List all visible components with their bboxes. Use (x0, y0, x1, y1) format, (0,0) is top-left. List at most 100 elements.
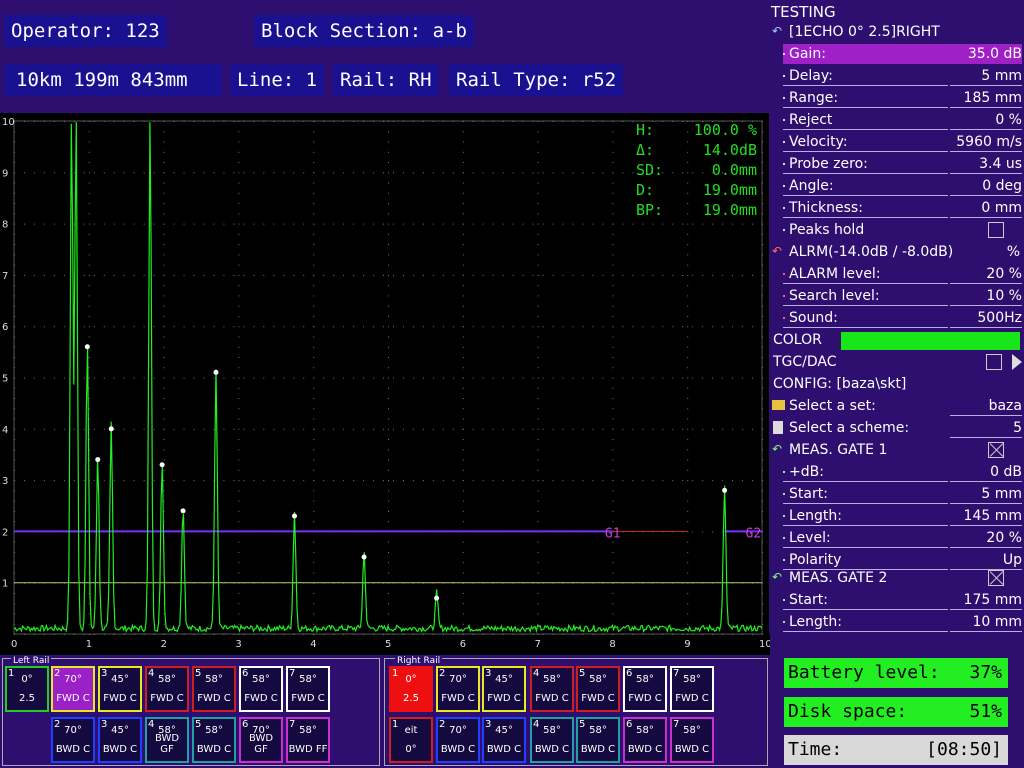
probe-angle: eit (404, 725, 418, 736)
alarm-row-1[interactable]: Search level: 10 % (769, 286, 1024, 308)
probe-button[interactable]: 4 58° FWD C (530, 666, 574, 712)
probe-button[interactable]: 7 58° BWD FF (286, 717, 330, 763)
setting-row-4[interactable]: Velocity: 5960 m/s (769, 132, 1024, 154)
block-section-field: Block Section: a-b (254, 15, 474, 47)
probe-button[interactable]: 6 58° FWD C (239, 666, 283, 712)
readout-value: 14.0dB (703, 141, 757, 159)
echo-header-row[interactable]: ↶ [1ECHO 0° 2.5]RIGHT (769, 22, 1024, 44)
setting-row-6[interactable]: Angle: 0 deg (769, 176, 1024, 198)
probe-button[interactable]: 7 58° FWD C (286, 666, 330, 712)
probe-angle: 45° (495, 674, 513, 685)
probe-button[interactable]: 4 58° BWD C (530, 717, 574, 763)
setting-row-2[interactable]: Range: 185 mm (769, 88, 1024, 110)
tgc-checkbox[interactable] (986, 354, 1002, 370)
gate1-value: 145 mm (963, 508, 1022, 524)
probe-button[interactable]: 2 70° FWD C (51, 666, 95, 712)
left-rail-title: Left Rail (11, 656, 52, 666)
probe-button[interactable]: 7 58° BWD C (670, 717, 714, 763)
probe-button[interactable]: 6 70° BWD GF (239, 717, 283, 763)
setting-label: Range: (789, 90, 839, 106)
probe-button[interactable]: 3 45° BWD C (482, 717, 526, 763)
probe-button[interactable]: 5 58° FWD C (192, 666, 236, 712)
probe-button[interactable]: 5 58° BWD C (576, 717, 620, 763)
setting-value: 5 mm (981, 68, 1022, 84)
setting-row-1[interactable]: Delay: 5 mm (769, 66, 1024, 88)
setting-row-5[interactable]: Probe zero: 3.4 us (769, 154, 1024, 176)
probe-button[interactable]: 5 58° BWD C (192, 717, 236, 763)
probe-angle: 58° (205, 725, 223, 736)
setting-row-8[interactable]: Peaks hold (769, 220, 1024, 242)
alarm-row-2[interactable]: Sound: 500Hz (769, 308, 1024, 330)
bullet-icon (783, 599, 785, 601)
probe-mode: BWD C (486, 744, 522, 755)
peak-marker (95, 457, 101, 463)
gate1-row-2[interactable]: Length: 145 mm (769, 506, 1024, 528)
select-set-row[interactable]: Select a set: baza (769, 396, 1024, 418)
peaks-hold-checkbox[interactable] (988, 222, 1004, 238)
peak-marker (722, 487, 728, 493)
arrow-right-icon[interactable] (1012, 354, 1022, 370)
gate2-row-0[interactable]: Start: 175 mm (769, 590, 1024, 612)
gate1-header-row[interactable]: ↶ MEAS. GATE 1 (769, 440, 1024, 462)
alarm-row-0[interactable]: ALARM level: 20 % (769, 264, 1024, 286)
setting-label: Gain: (789, 46, 826, 62)
gate2-checkbox[interactable] (988, 570, 1004, 586)
probe-button[interactable]: 2 70° BWD C (436, 717, 480, 763)
probe-button[interactable]: 3 45° BWD C (98, 717, 142, 763)
y-tick-label: 9 (2, 168, 8, 179)
probe-angle: 70° (449, 725, 467, 736)
probe-button[interactable]: 3 45° FWD C (482, 666, 526, 712)
bullet-icon (783, 229, 785, 231)
y-tick-label: 5 (2, 374, 8, 385)
probe-button[interactable]: 6 58° FWD C (623, 666, 667, 712)
select-scheme-row[interactable]: Select a scheme: 5 (769, 418, 1024, 440)
bullet-icon (783, 185, 785, 187)
alarm-header-row[interactable]: ↶ ALRM(-14.0dB / -8.0dB) % (769, 242, 1024, 264)
gate1-header: MEAS. GATE 1 (789, 442, 888, 458)
a-scan-display[interactable]: 1 2 3 4 5 6 7 8 9 10 0 1 2 3 4 5 6 7 8 9 10 G1 G2 H: 100.0 % Δ: 14… (0, 113, 770, 655)
probe-button[interactable]: 4 58° BWD GF (145, 717, 189, 763)
readout-value: 19.0mm (703, 181, 757, 199)
gate2-row-1[interactable]: Length: 10 mm (769, 612, 1024, 634)
battery-value: 37% (969, 662, 1002, 683)
setting-row-0[interactable]: Gain: 35.0 dB (769, 44, 1024, 66)
folder-icon (772, 400, 785, 410)
panel-title-row: TESTING (769, 2, 1024, 22)
setting-row-3[interactable]: Reject 0 % (769, 110, 1024, 132)
probe-button[interactable]: 6 58° BWD C (623, 717, 667, 763)
tgc-row[interactable]: TGC/DAC (769, 352, 1024, 374)
color-row[interactable]: COLOR (769, 330, 1024, 352)
setting-label: Velocity: (789, 134, 848, 150)
setting-row-7[interactable]: Thickness: 0 mm (769, 198, 1024, 220)
probe-angle: 0° (405, 674, 417, 685)
probe-button[interactable]: 1 eit 0° (389, 717, 433, 763)
color-swatch[interactable] (841, 332, 1020, 350)
probe-mode: FWD C (56, 693, 90, 704)
peak-marker (361, 554, 367, 560)
probe-button[interactable]: 7 58° FWD C (670, 666, 714, 712)
readout-label: H: (636, 121, 654, 139)
probe-button[interactable]: 4 58° FWD C (145, 666, 189, 712)
probe-mode: BWD GF (248, 733, 274, 755)
probe-button[interactable]: 5 58° FWD C (576, 666, 620, 712)
probe-button[interactable]: 3 45° FWD C (98, 666, 142, 712)
gate1-label: +dB: (789, 464, 824, 480)
gate1-label: Polarity (789, 552, 842, 568)
probe-button[interactable]: 2 70° FWD C (436, 666, 480, 712)
peak-marker (180, 508, 186, 514)
gate1-row-0[interactable]: +dB: 0 dB (769, 462, 1024, 484)
probe-button[interactable]: 1 0° 2.5 (5, 666, 49, 712)
probe-angle: 58° (299, 674, 317, 685)
gate1-checkbox[interactable] (988, 442, 1004, 458)
probe-button[interactable]: 2 70° BWD C (51, 717, 95, 763)
setting-value: 0 % (995, 112, 1022, 128)
gate1-row-1[interactable]: Start: 5 mm (769, 484, 1024, 506)
select-set-value: baza (988, 398, 1022, 414)
bullet-icon (783, 273, 785, 275)
time-label: Time: (788, 739, 843, 760)
config-row[interactable]: CONFIG: [baza\skt] (769, 374, 1024, 396)
gate2-header-row[interactable]: ↶ MEAS. GATE 2 (769, 568, 1024, 590)
gate1-row-3[interactable]: Level: 20 % (769, 528, 1024, 550)
readout-label: D: (636, 181, 654, 199)
probe-button[interactable]: 1 0° 2.5 (389, 666, 433, 712)
